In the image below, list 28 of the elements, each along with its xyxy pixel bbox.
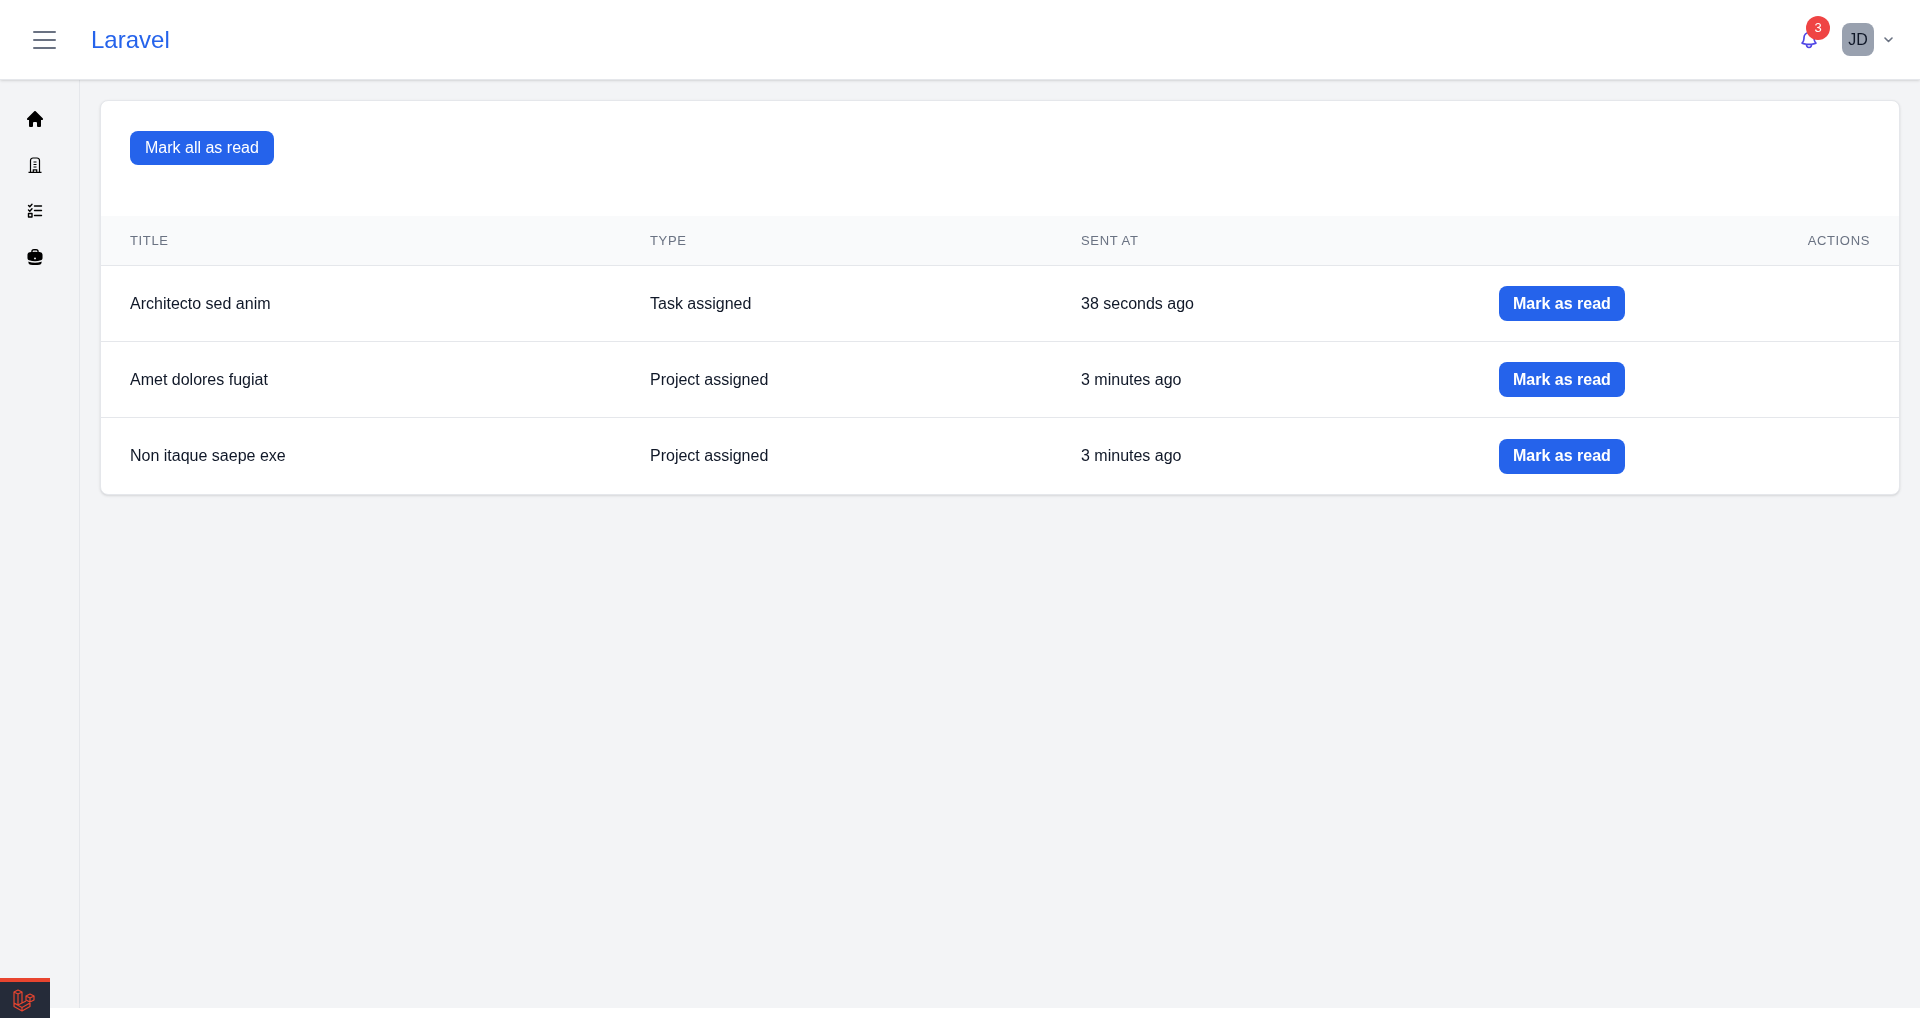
table-cell-text: Task assigned [650, 293, 752, 314]
checklist-icon[interactable] [27, 203, 43, 219]
cubes-icon [12, 988, 38, 1012]
column-header: TYPE [650, 231, 687, 250]
user-avatar[interactable]: JD [1842, 23, 1874, 56]
mark-as-read-button[interactable]: Mark as read [1499, 286, 1625, 321]
briefcase-icon[interactable] [27, 249, 43, 265]
table-cell-text: Architecto sed anim [130, 293, 271, 314]
table-cell-text: Non itaque saepe exe [130, 446, 286, 466]
notification-count: 3 [1806, 15, 1830, 40]
debugbar-button[interactable] [0, 978, 50, 1018]
column-header: SENT AT [1081, 231, 1139, 250]
column-header: TITLE [130, 231, 169, 250]
mark-as-read-button[interactable]: Mark as read [1499, 438, 1625, 474]
menu-icon[interactable] [33, 30, 56, 49]
building-icon[interactable] [27, 157, 43, 173]
table-cell-text: Project assigned [650, 446, 769, 466]
chevron-down-icon[interactable] [1884, 36, 1893, 43]
mark-as-read-button[interactable]: Mark as read [1499, 362, 1625, 397]
home-icon[interactable] [27, 111, 43, 127]
table-cell-text: Amet dolores fugiat [130, 369, 268, 390]
table-cell-text: 3 minutes ago [1081, 446, 1182, 466]
table-cell-text: Project assigned [650, 369, 769, 390]
table-cell-text: 3 minutes ago [1081, 369, 1182, 390]
column-header: ACTIONS [1807, 231, 1870, 250]
table-cell-text: 38 seconds ago [1081, 293, 1194, 314]
mark-all-as-read-button[interactable]: Mark all as read [130, 131, 274, 165]
brand-name[interactable]: Laravel [91, 27, 170, 52]
